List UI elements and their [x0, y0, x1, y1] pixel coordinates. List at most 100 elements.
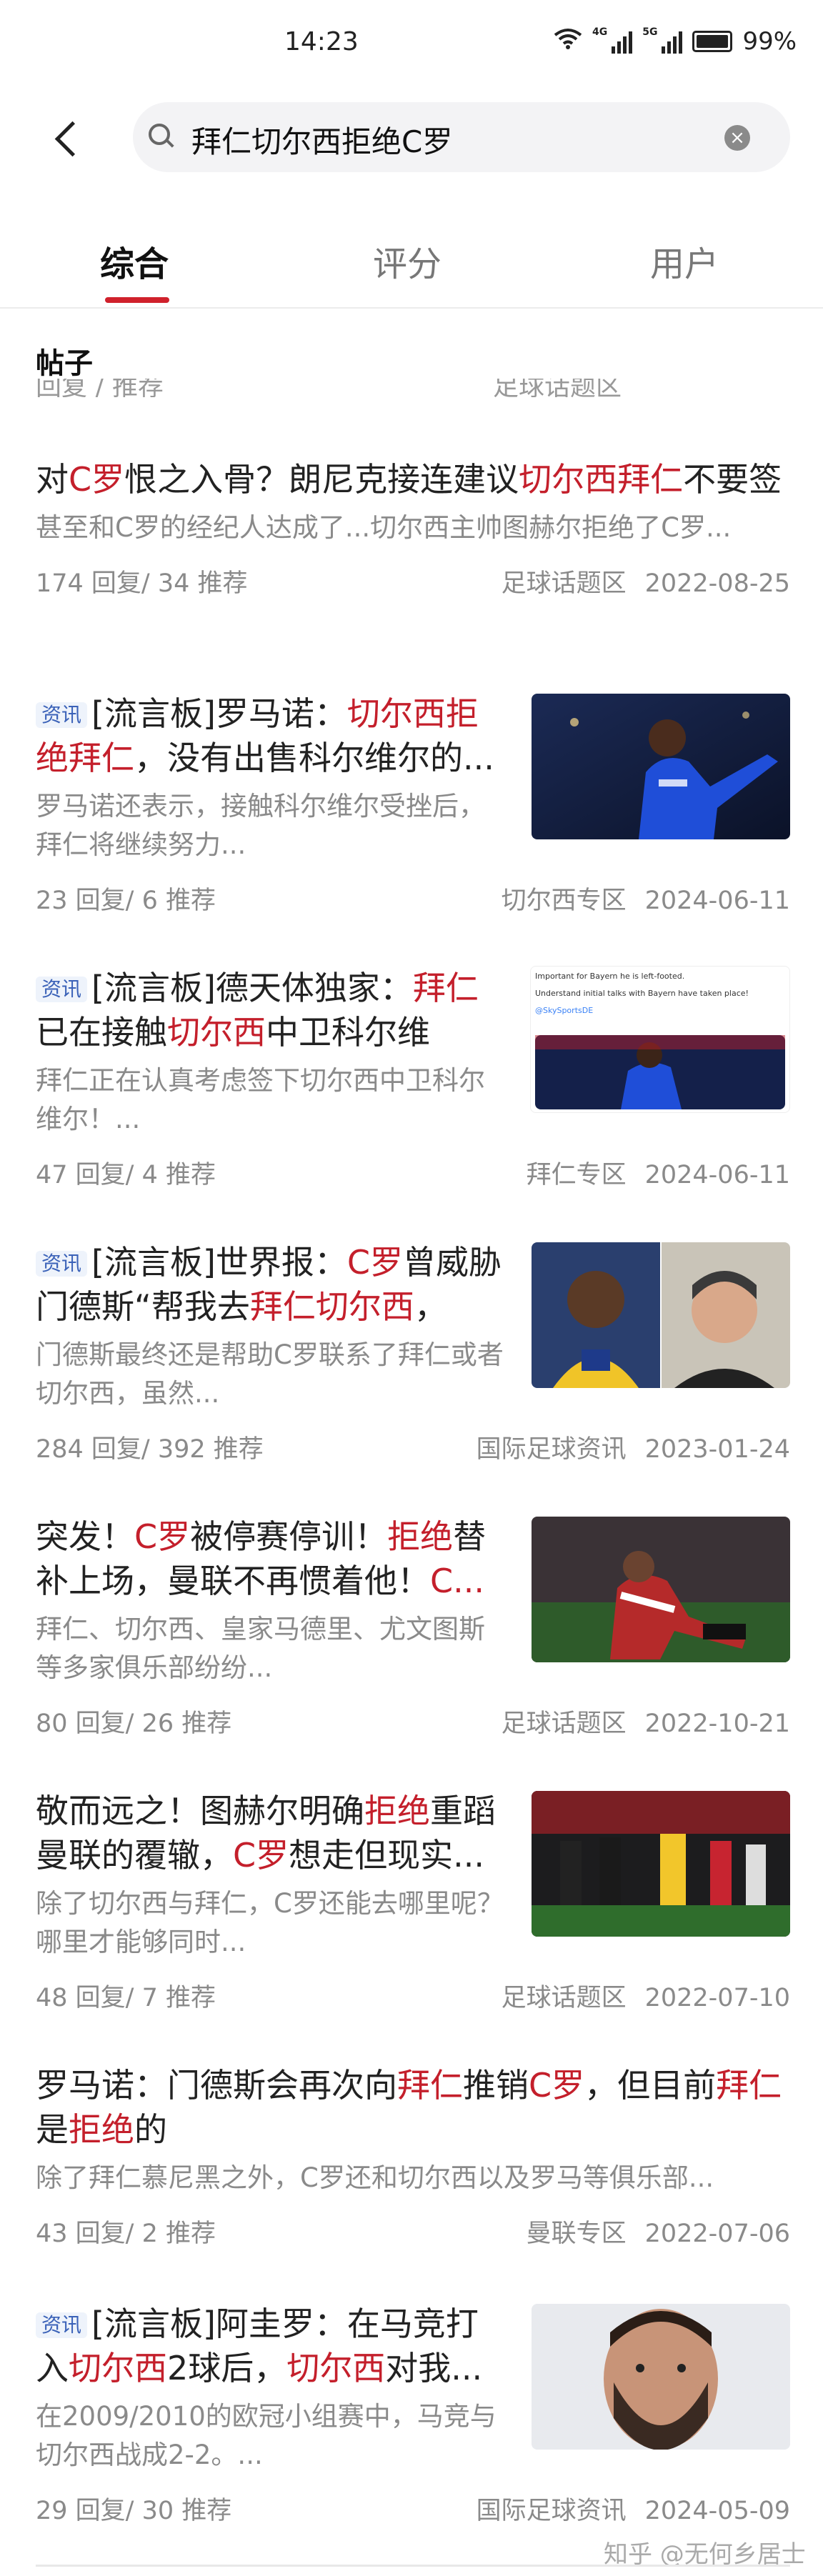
clear-icon[interactable]: × — [724, 125, 750, 151]
post-board[interactable]: 足球话题区 — [502, 569, 627, 598]
post-board[interactable]: 国际足球资讯 — [477, 2497, 627, 2525]
post-item[interactable]: 资讯 [流言板]阿圭罗：在马竞打入切尔西2球后，切尔西对我... 在2009/20… — [36, 2302, 790, 2526]
post-date: 2022-07-06 — [644, 2220, 790, 2248]
divider — [36, 2565, 790, 2567]
post-board[interactable]: 国际足球资讯 — [477, 1435, 627, 1464]
active-tab-indicator — [105, 297, 169, 303]
post-stats: 48 回复/ 7 推荐 — [36, 1984, 216, 2012]
network-type-b: 5G — [642, 26, 658, 38]
post-snippet: 门德斯最终还是帮助C罗联系了拜仁或者切尔西，虽然... — [36, 1339, 504, 1409]
search-icon — [149, 124, 170, 145]
highlight-term: 切尔西 — [167, 1013, 266, 1052]
post-board[interactable]: 足球话题区 — [502, 1984, 627, 2012]
highlight-term: C... — [430, 1562, 484, 1600]
cut-off-board: 足球话题区 — [493, 379, 622, 397]
post-title[interactable]: 突发！C罗被停赛停训！拒绝替补上场，曼联不再惯着他！C... — [36, 1514, 507, 1603]
post-snippet: 除了拜仁慕尼黑之外，C罗还和切尔西以及罗马等俱乐部... — [36, 2162, 714, 2193]
highlight-term: C罗 — [529, 2066, 585, 2105]
post-date: 2023-01-24 — [644, 1435, 790, 1464]
post-meta: 23 回复/ 6 推荐 切尔西专区 2024-06-11 — [36, 880, 790, 916]
thumb-text-1: Important for Bayern he is left-footed. — [535, 972, 685, 981]
post-title[interactable]: 资讯[流言板]世界报：C罗曾威胁门德斯“帮我去拜仁切尔西，否... — [36, 1240, 507, 1329]
post-board[interactable]: 拜仁专区 — [527, 1161, 627, 1189]
post-item[interactable]: Important for Bayern he is left-footed. … — [36, 966, 790, 1190]
status-bar: 14:23 4G 5G 99% — [0, 0, 823, 93]
post-item[interactable]: 资讯[流言板]世界报：C罗曾威胁门德斯“帮我去拜仁切尔西，否... 门德斯最终还… — [36, 1240, 790, 1464]
tab-users[interactable]: 用户 — [650, 236, 719, 286]
search-query: 拜仁切尔西拒绝C罗 — [191, 124, 453, 159]
post-date: 2022-07-10 — [644, 1984, 790, 2012]
search-input[interactable]: 拜仁切尔西拒绝C罗 × — [133, 102, 790, 172]
post-item[interactable]: 敬而远之！图赫尔明确拒绝重蹈曼联的覆辙，C罗想走但现实... 除了切尔西与拜仁，… — [36, 1789, 790, 2013]
status-time: 14:23 — [284, 27, 359, 56]
post-meta: 284 回复/ 392 推荐 国际足球资讯 2023-01-24 — [36, 1429, 790, 1464]
signal-icon-2 — [662, 29, 683, 54]
highlight-term: 切尔西拜仁 — [519, 460, 684, 499]
news-badge: 资讯 — [36, 702, 88, 728]
highlight-term: 拒绝 — [69, 2110, 134, 2149]
post-board[interactable]: 足球话题区 — [502, 1709, 627, 1738]
post-board[interactable]: 曼联专区 — [527, 2220, 627, 2248]
post-item[interactable]: 对C罗恨之入骨？朗尼克接连建议切尔西拜仁不要签 甚至和C罗的经纪人达成了...切… — [36, 457, 790, 599]
post-thumbnail[interactable] — [532, 1517, 790, 1662]
highlight-term: 切尔西拒绝拜仁 — [36, 694, 479, 777]
post-meta: 48 回复/ 7 推荐 足球话题区 2022-07-10 — [36, 1977, 790, 2013]
wifi-icon — [554, 28, 582, 55]
cut-off-meta: 回复 / 推荐 足球话题区 — [36, 379, 793, 397]
highlight-term: C罗 — [134, 1517, 191, 1556]
post-stats: 80 回复/ 26 推荐 — [36, 1709, 232, 1738]
post-title[interactable]: 罗马诺：门德斯会再次向拜仁推销C罗，但目前拜仁是拒绝的 — [36, 2063, 790, 2152]
post-item[interactable]: 突发！C罗被停赛停训！拒绝替补上场，曼联不再惯着他！C... 拜仁、切尔西、皇家… — [36, 1514, 790, 1739]
section-title: 帖子 — [36, 347, 93, 380]
post-stats: 23 回复/ 6 推荐 — [36, 887, 216, 915]
post-thumbnail[interactable] — [532, 1791, 790, 1937]
tab-rating[interactable]: 评分 — [373, 236, 442, 286]
post-stats: 174 回复/ 34 推荐 — [36, 569, 248, 598]
highlight-term: 切尔西 — [69, 2349, 167, 2387]
back-arrow-icon[interactable] — [50, 118, 86, 161]
post-thumbnail[interactable]: Important for Bayern he is left-footed. … — [530, 966, 790, 1113]
post-thumbnail[interactable] — [532, 694, 790, 839]
post-snippet: 拜仁、切尔西、皇家马德里、尤文图斯等多家俱乐部纷纷... — [36, 1614, 485, 1683]
post-item[interactable]: 罗马诺：门德斯会再次向拜仁推销C罗，但目前拜仁是拒绝的 除了拜仁慕尼黑之外，C罗… — [36, 2063, 790, 2249]
thumb-text-3: @SkySportsDE — [535, 1006, 594, 1015]
post-meta: 29 回复/ 30 推荐 国际足球资讯 2024-05-09 — [36, 2490, 790, 2526]
battery-icon — [692, 31, 733, 52]
highlight-term: 拜仁 — [412, 969, 479, 1007]
post-meta: 43 回复/ 2 推荐 曼联专区 2022-07-06 — [36, 2213, 790, 2249]
post-stats: 284 回复/ 392 推荐 — [36, 1435, 264, 1464]
post-board[interactable]: 切尔西专区 — [502, 887, 627, 915]
post-date: 2022-08-25 — [644, 569, 790, 598]
post-thumbnail[interactable] — [532, 1242, 790, 1388]
post-title[interactable]: 对C罗恨之入骨？朗尼克接连建议切尔西拜仁不要签 — [36, 457, 790, 501]
tab-bar: 综合 评分 用户 — [0, 214, 823, 309]
highlight-term: C罗 — [346, 1243, 404, 1282]
post-date: 2024-05-09 — [644, 2497, 790, 2525]
post-snippet: 甚至和C罗的经纪人达成了...切尔西主帅图赫尔拒绝了C罗... — [36, 512, 732, 543]
post-meta: 174 回复/ 34 推荐 足球话题区 2022-08-25 — [36, 563, 790, 599]
highlight-term: 拜仁 — [716, 2066, 782, 2105]
post-snippet: 在2009/2010的欧冠小组赛中，马竞与切尔西战成2-2。... — [36, 2401, 497, 2470]
search-header: 拜仁切尔西拒绝C罗 × — [0, 100, 823, 179]
post-title[interactable]: 敬而远之！图赫尔明确拒绝重蹈曼联的覆辙，C罗想走但现实... — [36, 1789, 507, 1877]
tab-overall[interactable]: 综合 — [100, 236, 169, 286]
post-title[interactable]: 资讯 [流言板]罗马诺：切尔西拒绝拜仁，没有出售科尔维尔的... — [36, 692, 507, 780]
highlight-term: 拜仁 — [397, 2066, 463, 2105]
news-badge: 资讯 — [36, 977, 88, 1002]
post-snippet: 除了切尔西与拜仁，C罗还能去哪里呢？哪里才能够同时... — [36, 1888, 504, 1957]
post-item[interactable]: 资讯 [流言板]罗马诺：切尔西拒绝拜仁，没有出售科尔维尔的... 罗马诺还表示，接… — [36, 692, 790, 916]
post-date: 2024-06-11 — [644, 887, 790, 915]
thumb-text-2: Understand initial talks with Bayern hav… — [535, 989, 749, 998]
post-stats: 29 回复/ 30 推荐 — [36, 2497, 232, 2525]
post-title[interactable]: 资讯 [流言板]阿圭罗：在马竞打入切尔西2球后，切尔西对我... — [36, 2302, 507, 2390]
highlight-term: 切尔西 — [286, 2349, 386, 2387]
post-date: 2024-06-11 — [644, 1161, 790, 1189]
highlight-term: 拜仁切尔西 — [249, 1287, 414, 1326]
news-badge: 资讯 — [36, 2312, 88, 2338]
highlight-term: 拒绝 — [387, 1517, 454, 1556]
post-date: 2022-10-21 — [644, 1709, 790, 1738]
post-thumbnail[interactable] — [532, 2304, 790, 2450]
post-title[interactable]: 资讯[流言板]德天体独家：拜仁已在接触切尔西中卫科尔维尔，... — [36, 966, 507, 1054]
post-meta: 80 回复/ 26 推荐 足球话题区 2022-10-21 — [36, 1703, 790, 1739]
post-snippet: 拜仁正在认真考虑签下切尔西中卫科尔维尔！... — [36, 1065, 485, 1134]
